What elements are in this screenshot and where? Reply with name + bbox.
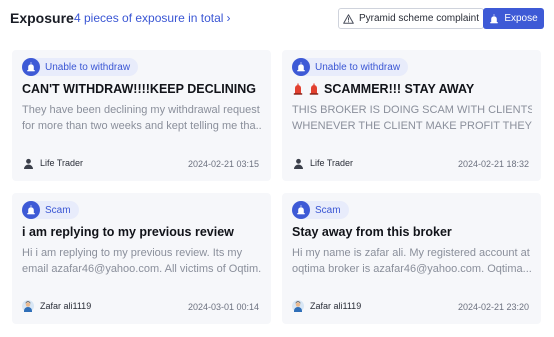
user-silhouette-icon bbox=[22, 157, 34, 169]
card-excerpt: THIS BROKER IS DOING SCAM WITH CLIENTS!!… bbox=[292, 102, 532, 134]
card-author: Zafar ali1119 bbox=[292, 300, 361, 312]
alarm-siren-icon bbox=[22, 201, 40, 219]
card-excerpt-line: Hi my name is zafar ali. My registered a… bbox=[292, 247, 530, 259]
exposure-count-label: 4 pieces of exposure in total bbox=[74, 11, 224, 25]
person-avatar-icon bbox=[22, 300, 34, 312]
category-tag-label: Scam bbox=[45, 204, 71, 216]
exposure-card[interactable]: Unable to withdraw CAN'T WITHDRAW!!!!KEE… bbox=[12, 50, 271, 181]
exposure-card[interactable]: Unable to withdraw SCAMMER!!! STAY AWAY … bbox=[282, 50, 541, 181]
card-title-text: CAN'T WITHDRAW!!!!KEEP DECLINING bbox=[22, 82, 256, 96]
category-tag-label: Scam bbox=[315, 204, 341, 216]
card-excerpt-line: They have been declining my withdrawal r… bbox=[22, 104, 260, 116]
category-tag-label: Unable to withdraw bbox=[315, 61, 401, 73]
card-title[interactable]: i am replying to my previous review bbox=[22, 225, 262, 239]
card-title[interactable]: SCAMMER!!! STAY AWAY bbox=[292, 82, 532, 96]
card-excerpt-line: WHENEVER THE CLIENT MAKE PROFIT THEY WIL… bbox=[292, 120, 532, 132]
user-silhouette-icon bbox=[292, 157, 304, 169]
expose-button-label: Expose bbox=[504, 13, 538, 24]
card-excerpt: Hi i am replying to my previous review. … bbox=[22, 245, 262, 277]
card-excerpt: They have been declining my withdrawal r… bbox=[22, 102, 262, 134]
card-author: Life Trader bbox=[22, 157, 83, 169]
card-timestamp: 2024-03-01 00:14 bbox=[187, 302, 259, 312]
author-name: Life Trader bbox=[40, 158, 84, 168]
card-timestamp: 2024-02-21 18:32 bbox=[457, 159, 529, 169]
card-excerpt-line: email azafar46@yahoo.com. All victims of… bbox=[22, 263, 262, 275]
alarm-siren-icon bbox=[490, 13, 499, 23]
category-tag: Unable to withdraw bbox=[292, 58, 409, 76]
alarm-siren-icon bbox=[22, 58, 40, 76]
exposure-count-link[interactable]: 4 pieces of exposure in total › bbox=[74, 11, 230, 25]
card-excerpt-line: for more than two weeks and kept telling… bbox=[22, 120, 262, 132]
page-title: Exposure bbox=[10, 10, 74, 26]
card-title[interactable]: Stay away from this broker bbox=[292, 225, 532, 239]
card-excerpt-line: THIS BROKER IS DOING SCAM WITH CLIENTS!!… bbox=[292, 104, 532, 116]
expose-button[interactable]: Expose bbox=[483, 8, 544, 29]
alarm-siren-icon bbox=[292, 58, 310, 76]
card-author: Life Trader bbox=[292, 157, 353, 169]
card-excerpt: Hi my name is zafar ali. My registered a… bbox=[292, 245, 532, 277]
complaint-button-label: Pyramid scheme complaint bbox=[358, 13, 480, 24]
card-timestamp: 2024-02-21 03:15 bbox=[187, 159, 259, 169]
warning-triangle-icon bbox=[343, 13, 354, 24]
person-avatar-icon bbox=[292, 300, 304, 312]
category-tag-label: Unable to withdraw bbox=[45, 61, 131, 73]
category-tag: Scam bbox=[292, 201, 349, 219]
card-author: Zafar ali1119 bbox=[22, 300, 91, 312]
author-name: Zafar ali1119 bbox=[40, 301, 92, 311]
card-title-text: Stay away from this broker bbox=[292, 225, 452, 239]
card-excerpt-line: Hi i am replying to my previous review. … bbox=[22, 247, 243, 259]
author-name: Life Trader bbox=[310, 158, 354, 168]
category-tag: Unable to withdraw bbox=[22, 58, 139, 76]
exposure-header: Exposure 4 pieces of exposure in total ›… bbox=[10, 8, 544, 30]
category-tag: Scam bbox=[22, 201, 79, 219]
author-name: Zafar ali1119 bbox=[310, 301, 362, 311]
card-title-text: SCAMMER!!! STAY AWAY bbox=[324, 82, 475, 96]
exposure-card[interactable]: Scam Stay away from this broker Hi my na… bbox=[282, 193, 541, 324]
red-flag-icon bbox=[309, 83, 319, 95]
card-title[interactable]: CAN'T WITHDRAW!!!!KEEP DECLINING bbox=[22, 82, 262, 96]
red-flag-icon bbox=[293, 83, 303, 95]
card-title-text: i am replying to my previous review bbox=[22, 225, 234, 239]
exposure-card[interactable]: Scam i am replying to my previous review… bbox=[12, 193, 271, 324]
alarm-siren-icon bbox=[292, 201, 310, 219]
chevron-right-icon: › bbox=[226, 11, 231, 25]
card-excerpt-line: oqtima broker is azafar46@yahoo.com. Oqt… bbox=[292, 263, 532, 275]
card-timestamp: 2024-02-21 23:20 bbox=[457, 302, 529, 312]
pyramid-scheme-complaint-button[interactable]: Pyramid scheme complaint bbox=[338, 8, 484, 29]
